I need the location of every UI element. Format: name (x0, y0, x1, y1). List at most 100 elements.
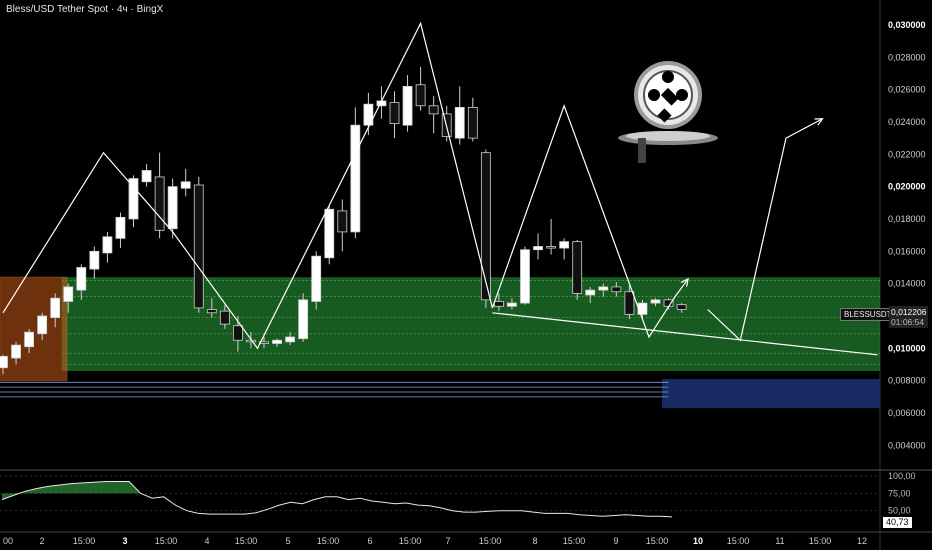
x-tick-label: 15:00 (563, 536, 586, 546)
y-tick-label: 0,016000 (888, 246, 926, 256)
y-tick-label: 0,010000 (888, 343, 926, 353)
x-axis[interactable]: 00 2 15:00 3 15:00 4 15:00 5 15:00 6 15:00 7 15:00 8 1… (3, 536, 867, 546)
candle (0, 356, 8, 369)
y-tick-label: 0,026000 (888, 85, 926, 95)
candle (507, 302, 517, 307)
x-tick-label: 00 (3, 536, 13, 546)
candle (167, 186, 178, 230)
candle (415, 84, 426, 107)
candle (637, 302, 648, 315)
candle (624, 291, 635, 315)
candle (324, 208, 335, 259)
y-axis[interactable]: 0,030000 0,028000 0,026000 0,024000 0,022000… (888, 20, 926, 450)
y-tick-label: 0,018000 (888, 214, 926, 224)
candle (650, 299, 661, 304)
candle (63, 286, 74, 302)
y-tick-label: 0,022000 (888, 149, 926, 159)
candle (598, 286, 609, 291)
y-tick-label: 0,004000 (888, 440, 926, 450)
candle (311, 255, 322, 302)
osc-overbought-fill (2, 481, 141, 500)
price-tag: 0,012206 01:06:54 (889, 306, 929, 328)
candle (76, 267, 87, 291)
x-tick-label: 9 (613, 536, 618, 546)
symbol-tag: BLESSUSDT (840, 308, 896, 321)
y-tick-label: 0,030000 (888, 20, 926, 30)
zones-layer (0, 276, 881, 409)
x-tick-label: 7 (445, 536, 450, 546)
oscillator-value-tag: 40,73 (883, 517, 912, 528)
x-tick-label: 15:00 (155, 536, 178, 546)
candle (272, 339, 282, 344)
candle (402, 85, 413, 126)
x-tick-label: 15:00 (809, 536, 832, 546)
candle (219, 310, 230, 325)
candle (285, 336, 296, 343)
countdown-value: 01:06:54 (891, 317, 925, 327)
candle (533, 246, 543, 251)
candle (232, 325, 243, 341)
candle (115, 216, 126, 239)
osc-tick-label: 100,00 (888, 471, 916, 481)
x-tick-label: 15:00 (317, 536, 340, 546)
candle (572, 241, 583, 294)
candle (546, 246, 556, 249)
candle (559, 241, 570, 249)
candle (128, 178, 139, 220)
price-value: 0,012206 (891, 307, 927, 317)
oscillator-panel: 100,00 75,00 50,00 (0, 471, 916, 518)
x-tick-label: 15:00 (235, 536, 258, 546)
chart-canvas[interactable]: 0,030000 0,028000 0,026000 0,024000 0,022000… (0, 0, 932, 550)
x-tick-label: 12 (857, 536, 867, 546)
candle (24, 331, 35, 348)
y-tick-label: 0,014000 (888, 279, 926, 289)
y-tick-label: 0,006000 (888, 408, 926, 418)
candle (102, 236, 113, 254)
x-tick-label: 6 (367, 536, 372, 546)
candle (50, 297, 61, 319)
candle (611, 286, 622, 293)
orange-zone (0, 276, 68, 382)
candle (180, 181, 191, 189)
green-zone (61, 277, 881, 371)
candle (520, 249, 530, 304)
x-tick-label: 15:00 (727, 536, 750, 546)
x-tick-label: 15:00 (646, 536, 669, 546)
x-tick-label: 3 (122, 536, 127, 546)
candle (37, 315, 48, 335)
grid (0, 0, 932, 550)
candle (11, 344, 21, 359)
x-tick-label: 10 (693, 536, 703, 546)
candle (246, 339, 256, 343)
candle (389, 102, 400, 124)
candle (467, 107, 478, 139)
candle (193, 184, 204, 309)
x-tick-label: 2 (39, 536, 44, 546)
candle (493, 301, 504, 307)
candle (454, 107, 465, 139)
x-tick-label: 15:00 (73, 536, 96, 546)
logo-coin-icon (618, 61, 718, 163)
candle (141, 170, 152, 183)
blue-zone (662, 379, 880, 409)
osc-tick-label: 50,00 (888, 506, 911, 516)
x-tick-label: 5 (285, 536, 290, 546)
candle (89, 250, 100, 270)
y-tick-label: 0,024000 (888, 117, 926, 127)
x-tick-label: 15:00 (479, 536, 502, 546)
candle (480, 152, 491, 301)
candle (428, 105, 439, 115)
x-tick-label: 4 (204, 536, 209, 546)
candle (206, 309, 217, 314)
x-tick-label: 15:00 (399, 536, 422, 546)
candle (154, 176, 165, 231)
candle (298, 299, 309, 340)
y-tick-label: 0,020000 (888, 182, 926, 192)
x-tick-label: 8 (532, 536, 537, 546)
osc-tick-label: 75,00 (888, 488, 911, 498)
candle (337, 210, 348, 233)
y-tick-label: 0,028000 (888, 52, 926, 62)
arrow-line (785, 118, 823, 139)
candle (350, 124, 361, 233)
x-tick-label: 11 (775, 536, 784, 546)
